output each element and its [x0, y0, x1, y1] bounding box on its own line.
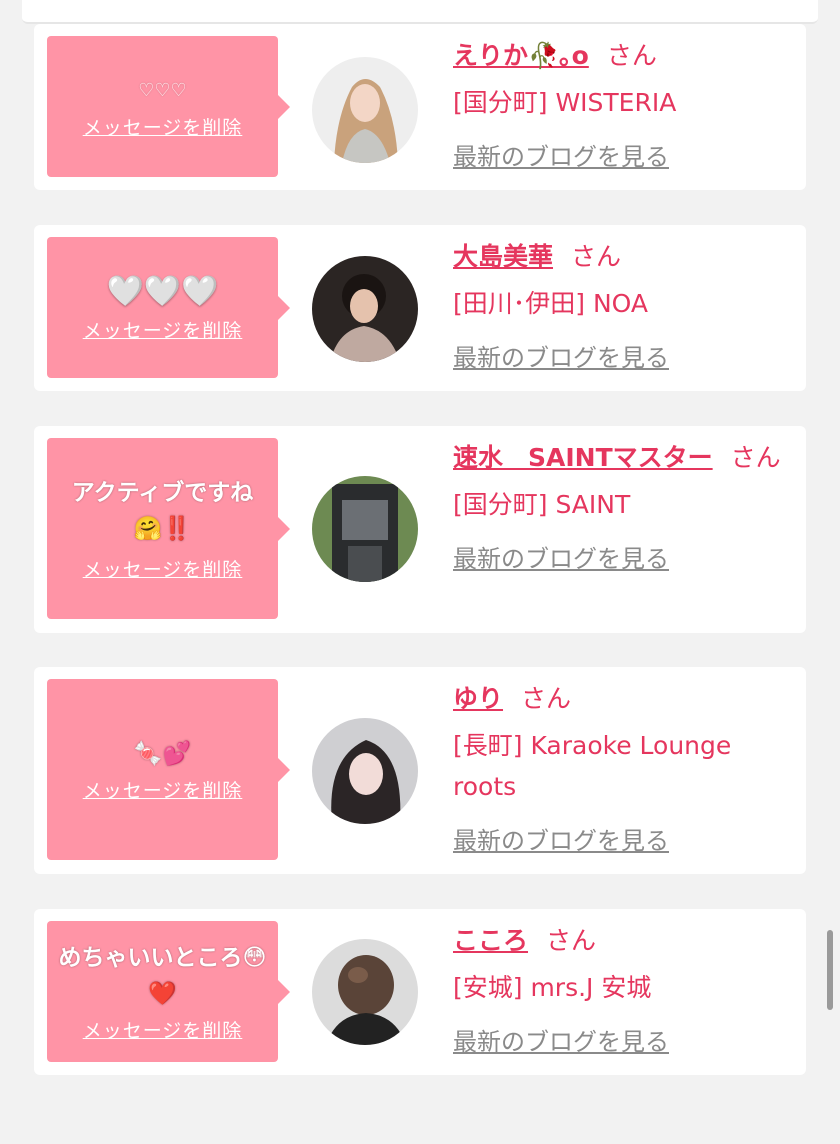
honorific: さん — [571, 242, 622, 271]
shop-name: [国分町] WISTERIA — [453, 88, 677, 117]
previous-card-edge — [22, 0, 818, 24]
user-name-link[interactable]: えりか🥀｡o — [453, 41, 589, 70]
scrollbar[interactable] — [827, 930, 833, 1010]
message-bubble: めちゃいいところ😳❤️ メッセージを削除 — [47, 921, 290, 1062]
avatar[interactable] — [312, 476, 418, 582]
message-text: 🤍🤍🤍 — [106, 274, 219, 309]
message-bubble: ♡♡♡ メッセージを削除 — [47, 36, 290, 177]
shop-name: [安城] mrs.J 安城 — [453, 973, 652, 1002]
message-card: アクティブですね🤗‼️ メッセージを削除 速水 SAINTマスター さん [国分町… — [34, 426, 806, 633]
delete-message-link[interactable]: メッセージを削除 — [83, 1016, 243, 1043]
latest-blog-link[interactable]: 最新のブログを見る — [453, 539, 669, 574]
name-line: ゆり さん — [453, 679, 793, 719]
message-text: アクティブですね🤗‼️ — [71, 480, 254, 542]
user-info: えりか🥀｡o さん [国分町] WISTERIA 最新のブログを見る — [453, 36, 793, 172]
latest-blog-link[interactable]: 最新のブログを見る — [453, 1022, 669, 1057]
user-name-link[interactable]: 速水 SAINTマスター — [453, 443, 713, 472]
latest-blog-link[interactable]: 最新のブログを見る — [453, 338, 669, 373]
avatar[interactable] — [312, 256, 418, 362]
user-name-link[interactable]: こころ — [453, 926, 528, 955]
message-card: 🤍🤍🤍 メッセージを削除 大島美華 さん [田川･伊田] NOA 最新のブログを見… — [34, 225, 806, 391]
user-name-link[interactable]: ゆり — [453, 684, 503, 713]
user-info: ゆり さん [長町] Karaoke Lounge roots 最新のブログを見る — [453, 679, 793, 856]
latest-blog-link[interactable]: 最新のブログを見る — [453, 137, 669, 172]
delete-message-link[interactable]: メッセージを削除 — [83, 555, 243, 582]
name-line: 大島美華 さん — [453, 237, 793, 277]
shop-name: [国分町] SAINT — [453, 490, 631, 519]
message-text: めちゃいいところ😳❤️ — [58, 945, 267, 1007]
message-text: 🍬💕 — [133, 741, 192, 767]
message-bubble: アクティブですね🤗‼️ メッセージを削除 — [47, 438, 290, 619]
honorific: さん — [730, 443, 781, 472]
message-card: 🍬💕 メッセージを削除 ゆり さん [長町] Karaoke Lounge roo… — [34, 667, 806, 874]
message-bubble: 🤍🤍🤍 メッセージを削除 — [47, 237, 290, 378]
message-card: めちゃいいところ😳❤️ メッセージを削除 こころ さん [安城] mrs.J 安城… — [34, 909, 806, 1075]
honorific: さん — [546, 926, 597, 955]
delete-message-link[interactable]: メッセージを削除 — [83, 776, 243, 803]
latest-blog-link[interactable]: 最新のブログを見る — [453, 821, 669, 856]
message-card: ♡♡♡ メッセージを削除 えりか🥀｡o さん [国分町] WISTERIA 最新の… — [34, 24, 806, 190]
user-name-link[interactable]: 大島美華 — [453, 242, 553, 271]
name-line: こころ さん — [453, 921, 793, 961]
user-info: 速水 SAINTマスター さん [国分町] SAINT 最新のブログを見る — [453, 438, 803, 574]
avatar[interactable] — [312, 939, 418, 1045]
avatar[interactable] — [312, 718, 418, 824]
delete-message-link[interactable]: メッセージを削除 — [83, 113, 243, 140]
name-line: 速水 SAINTマスター さん — [453, 438, 803, 478]
name-line: えりか🥀｡o さん — [453, 36, 793, 76]
user-info: 大島美華 さん [田川･伊田] NOA 最新のブログを見る — [453, 237, 793, 373]
user-info: こころ さん [安城] mrs.J 安城 最新のブログを見る — [453, 921, 793, 1057]
honorific: さん — [606, 41, 657, 70]
avatar[interactable] — [312, 57, 418, 163]
message-text: ♡♡♡ — [138, 80, 187, 101]
delete-message-link[interactable]: メッセージを削除 — [83, 316, 243, 343]
shop-name: [田川･伊田] NOA — [453, 289, 648, 318]
honorific: さん — [521, 684, 572, 713]
shop-name: [長町] Karaoke Lounge roots — [453, 731, 732, 801]
message-bubble: 🍬💕 メッセージを削除 — [47, 679, 290, 860]
